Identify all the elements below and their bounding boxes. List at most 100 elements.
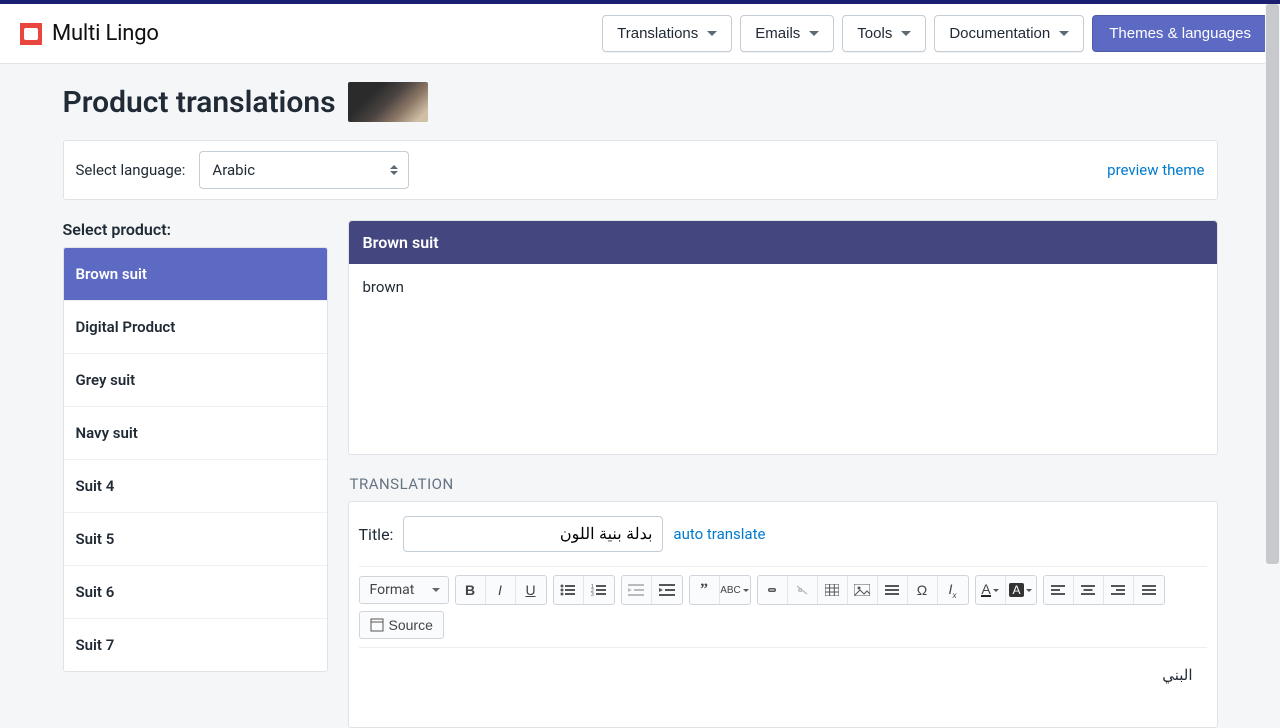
underline-button[interactable]: U bbox=[516, 576, 546, 604]
source-button-label: Source bbox=[389, 617, 433, 633]
nav-documentation[interactable]: Documentation bbox=[934, 15, 1084, 52]
bg-color-button[interactable]: A bbox=[1006, 576, 1036, 604]
image-button[interactable] bbox=[848, 576, 878, 604]
page-container: Product translations Select language: Ar… bbox=[63, 64, 1218, 728]
toolbar-group-indent bbox=[621, 575, 683, 605]
indent-button[interactable] bbox=[652, 576, 682, 604]
language-select-label: Select language: bbox=[76, 161, 186, 179]
editor-toolbar: Format B I U 123 bbox=[359, 567, 1207, 647]
nav-translations-label: Translations bbox=[617, 25, 698, 42]
omega-icon: Ω bbox=[917, 582, 927, 598]
align-center-icon bbox=[1081, 584, 1095, 596]
app-header: Multi Lingo Translations Emails Tools Do… bbox=[0, 4, 1280, 64]
vertical-scrollbar[interactable] bbox=[1265, 4, 1280, 720]
horizontal-rule-button[interactable] bbox=[878, 576, 908, 604]
chevron-down-icon bbox=[1059, 31, 1069, 36]
text-color-icon: A bbox=[981, 583, 990, 597]
align-right-button[interactable] bbox=[1104, 576, 1134, 604]
link-button[interactable] bbox=[758, 576, 788, 604]
hr-icon bbox=[884, 584, 900, 596]
align-justify-button[interactable] bbox=[1134, 576, 1164, 604]
clear-format-button[interactable]: Ix bbox=[938, 576, 968, 604]
bullet-list-button[interactable] bbox=[554, 576, 584, 604]
chevron-down-icon bbox=[809, 31, 819, 36]
text-color-button[interactable]: A bbox=[976, 576, 1006, 604]
product-item[interactable]: Suit 4 bbox=[64, 460, 327, 513]
numbered-list-button[interactable]: 123 bbox=[584, 576, 614, 604]
product-thumbnail bbox=[348, 82, 428, 122]
product-item[interactable]: Suit 6 bbox=[64, 566, 327, 619]
svg-text:3: 3 bbox=[591, 592, 594, 596]
indent-icon bbox=[659, 584, 675, 596]
themes-languages-button[interactable]: Themes & languages bbox=[1092, 15, 1268, 52]
blockquote-button[interactable]: ” bbox=[690, 576, 720, 604]
product-sidebar: Select product: Brown suitDigital Produc… bbox=[63, 220, 328, 728]
chevron-down-icon bbox=[432, 588, 440, 592]
preview-theme-link[interactable]: preview theme bbox=[1107, 161, 1204, 179]
source-icon bbox=[370, 618, 384, 632]
editor-body[interactable]: البني bbox=[359, 647, 1207, 727]
outdent-button[interactable] bbox=[622, 576, 652, 604]
select-caret-icon bbox=[390, 165, 398, 175]
source-panel: Brown suit brown bbox=[348, 220, 1218, 455]
source-panel-title: Brown suit bbox=[349, 221, 1217, 264]
format-dropdown-label: Format bbox=[370, 582, 415, 598]
product-list-title: Select product: bbox=[63, 220, 328, 239]
nav-emails[interactable]: Emails bbox=[740, 15, 834, 52]
app-logo-icon bbox=[20, 23, 42, 45]
translation-title-label: Title: bbox=[359, 525, 394, 544]
language-selected-value: Arabic bbox=[212, 161, 255, 179]
scrollbar-track bbox=[1265, 4, 1280, 720]
nav-documentation-label: Documentation bbox=[949, 25, 1050, 42]
header-nav: Translations Emails Tools Documentation … bbox=[602, 15, 1268, 52]
image-icon bbox=[854, 584, 870, 596]
page-title: Product translations bbox=[63, 85, 336, 120]
source-button[interactable]: Source bbox=[359, 611, 444, 639]
toolbar-group-align bbox=[1043, 575, 1165, 605]
align-justify-icon bbox=[1142, 584, 1156, 596]
spellcheck-icon: ABC bbox=[720, 585, 741, 596]
product-item[interactable]: Brown suit bbox=[64, 248, 327, 301]
bg-color-icon: A bbox=[1009, 583, 1023, 597]
brand: Multi Lingo bbox=[20, 21, 159, 46]
product-item[interactable]: Suit 7 bbox=[64, 619, 327, 671]
nav-emails-label: Emails bbox=[755, 25, 800, 42]
product-item[interactable]: Grey suit bbox=[64, 354, 327, 407]
nav-tools[interactable]: Tools bbox=[842, 15, 926, 52]
product-list: Brown suitDigital ProductGrey suitNavy s… bbox=[63, 247, 328, 672]
scrollbar-thumb[interactable] bbox=[1266, 4, 1279, 564]
special-char-button[interactable]: Ω bbox=[908, 576, 938, 604]
toolbar-group-insert: Ω Ix bbox=[757, 575, 969, 605]
spellcheck-button[interactable]: ABC bbox=[720, 576, 750, 604]
italic-button[interactable]: I bbox=[486, 576, 516, 604]
product-item[interactable]: Suit 5 bbox=[64, 513, 327, 566]
align-center-button[interactable] bbox=[1074, 576, 1104, 604]
language-select[interactable]: Arabic bbox=[199, 151, 409, 189]
product-item[interactable]: Navy suit bbox=[64, 407, 327, 460]
translation-title-input[interactable] bbox=[403, 516, 663, 552]
align-left-button[interactable] bbox=[1044, 576, 1074, 604]
unlink-icon bbox=[794, 584, 810, 596]
toolbar-left: Select language: Arabic bbox=[76, 151, 410, 189]
align-left-icon bbox=[1051, 584, 1065, 596]
unlink-button[interactable] bbox=[788, 576, 818, 604]
nav-tools-label: Tools bbox=[857, 25, 892, 42]
toolbar-group-text-style: B I U bbox=[455, 575, 547, 605]
bold-button[interactable]: B bbox=[456, 576, 486, 604]
main-grid: Select product: Brown suitDigital Produc… bbox=[63, 220, 1218, 728]
outdent-icon bbox=[628, 584, 644, 596]
chevron-down-icon bbox=[707, 31, 717, 36]
content-column: Brown suit brown TRANSLATION Title: auto… bbox=[348, 220, 1218, 728]
quote-icon: ” bbox=[700, 581, 708, 599]
auto-translate-link[interactable]: auto translate bbox=[673, 525, 765, 543]
format-dropdown[interactable]: Format bbox=[359, 576, 449, 604]
bullet-list-icon bbox=[560, 584, 576, 596]
numbered-list-icon: 123 bbox=[591, 584, 607, 596]
nav-translations[interactable]: Translations bbox=[602, 15, 732, 52]
product-item[interactable]: Digital Product bbox=[64, 301, 327, 354]
clear-format-icon: Ix bbox=[949, 581, 957, 600]
table-button[interactable] bbox=[818, 576, 848, 604]
translation-section-label: TRANSLATION bbox=[350, 475, 1218, 493]
toolbar-group-lists: 123 bbox=[553, 575, 615, 605]
toolbar-group-quote: ” ABC bbox=[689, 575, 751, 605]
